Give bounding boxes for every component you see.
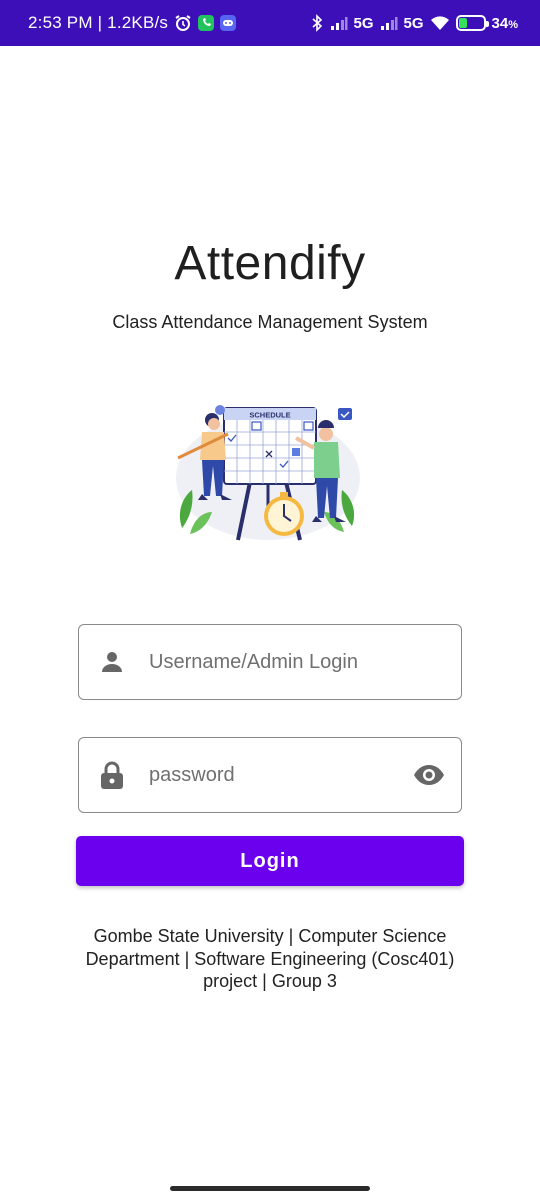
- battery-percent-value: 34: [491, 14, 509, 32]
- battery-percent-unit: %: [508, 18, 518, 31]
- lock-icon: [99, 761, 125, 789]
- network-type-2: 5G: [403, 14, 424, 32]
- status-bar-right: 5G 5G 34%: [310, 14, 518, 32]
- username-placeholder: Username/Admin Login: [149, 650, 358, 673]
- phone-app-icon: [198, 15, 215, 31]
- password-field[interactable]: password: [78, 737, 462, 813]
- login-button[interactable]: Login: [76, 836, 464, 886]
- status-bar-left: 2:53 PM | 1.2KB/s: [28, 13, 237, 33]
- app-subtitle: Class Attendance Management System: [112, 312, 428, 332]
- network-type-1: 5G: [353, 14, 374, 32]
- bluetooth-icon: [310, 14, 324, 32]
- time-network-speed: 2:53 PM | 1.2KB/s: [28, 13, 169, 32]
- show-password-eye-icon[interactable]: [413, 762, 445, 788]
- signal-icon: [380, 15, 398, 31]
- status-bar: 2:53 PM | 1.2KB/s 5G 5G 34%: [0, 0, 540, 46]
- battery-percent: 34%: [492, 15, 518, 32]
- home-indicator[interactable]: [170, 1186, 370, 1191]
- app-title: Attendify: [174, 237, 366, 290]
- board-label: SCHEDULE: [249, 411, 290, 420]
- footer-credits: Gombe State University | Computer Scienc…: [85, 926, 455, 991]
- discord-app-icon: [220, 15, 237, 31]
- signal-icon: [330, 15, 348, 31]
- password-placeholder: password: [149, 763, 235, 786]
- alarm-icon: [174, 14, 192, 32]
- wifi-icon: [430, 15, 450, 31]
- schedule-illustration: SCHEDULE: [176, 405, 360, 541]
- battery-icon: [455, 15, 489, 31]
- username-field[interactable]: Username/Admin Login: [78, 624, 462, 700]
- person-icon: [99, 649, 125, 675]
- battery-level: [458, 18, 467, 28]
